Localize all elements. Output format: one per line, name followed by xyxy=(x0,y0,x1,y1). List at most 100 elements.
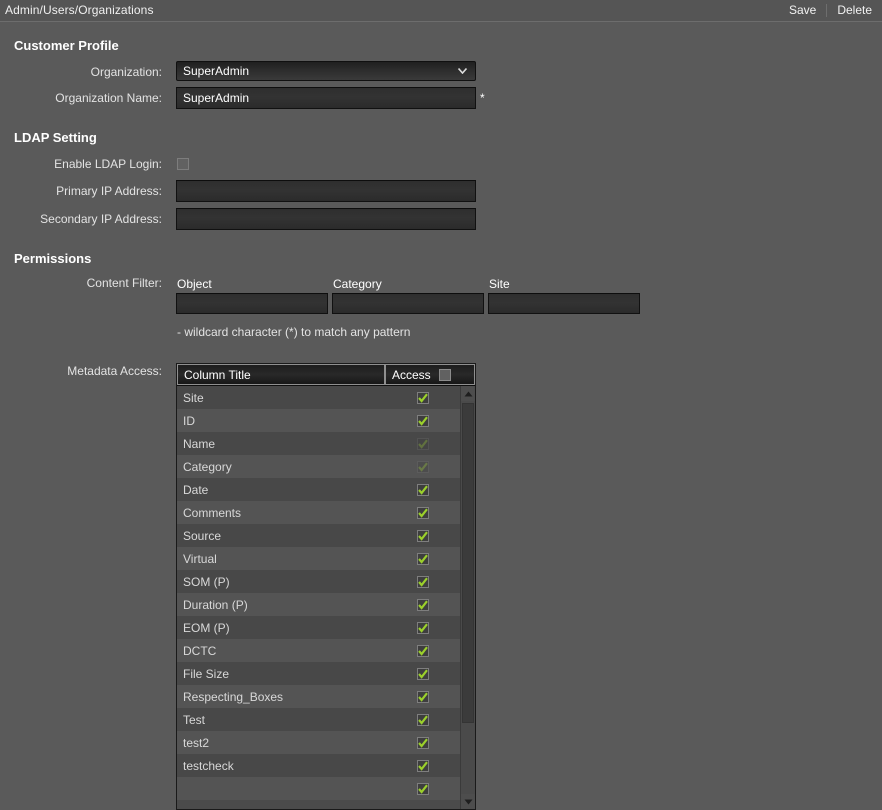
metadata-row-access-cell xyxy=(385,483,460,496)
access-checkbox[interactable] xyxy=(416,506,429,519)
metadata-row-access-cell xyxy=(385,460,460,473)
primary-ip-address-input[interactable] xyxy=(176,180,476,202)
check-icon xyxy=(417,623,428,633)
table-row[interactable]: SOM (P) xyxy=(177,570,460,593)
metadata-row-name: Site xyxy=(183,390,204,405)
secondary-ip-address-label: Secondary IP Address: xyxy=(40,212,162,226)
metadata-row-name: Category xyxy=(183,459,232,474)
check-icon xyxy=(417,715,428,725)
access-checkbox[interactable] xyxy=(416,414,429,427)
table-row[interactable]: File Size xyxy=(177,662,460,685)
content-filter-object-input[interactable] xyxy=(176,293,328,314)
table-row[interactable]: Date xyxy=(177,478,460,501)
table-row[interactable]: Source xyxy=(177,524,460,547)
access-checkbox[interactable] xyxy=(416,391,429,404)
metadata-access-label: Metadata Access: xyxy=(67,364,162,378)
metadata-row-access-cell xyxy=(385,713,460,726)
column-header-access[interactable]: Access xyxy=(385,364,475,385)
table-row[interactable]: test2 xyxy=(177,731,460,754)
access-checkbox[interactable] xyxy=(416,598,429,611)
required-asterisk: * xyxy=(480,91,485,105)
column-header-column-title[interactable]: Column Title xyxy=(177,364,385,385)
section-heading-permissions: Permissions xyxy=(14,251,92,266)
content-filter-site-input[interactable] xyxy=(488,293,640,314)
check-icon xyxy=(417,784,428,794)
table-row[interactable]: Name xyxy=(177,432,460,455)
table-row[interactable]: DCTC xyxy=(177,639,460,662)
table-row[interactable]: Duration (P) xyxy=(177,593,460,616)
access-checkbox[interactable] xyxy=(416,483,429,496)
organization-label: Organization: xyxy=(90,65,162,79)
content-filter-category-header: Category xyxy=(333,277,382,291)
enable-ldap-login-label: Enable LDAP Login: xyxy=(54,157,162,171)
check-icon xyxy=(417,485,428,495)
organization-name-input[interactable] xyxy=(176,87,476,109)
metadata-row-name: Test xyxy=(183,712,206,727)
triangle-up-icon xyxy=(464,391,472,396)
check-icon xyxy=(417,393,428,403)
metadata-row-name: ID xyxy=(183,413,195,428)
metadata-access-row-list: Site ID Name Category Date Comments Source Virt… xyxy=(177,386,460,809)
table-row[interactable]: EOM (P) xyxy=(177,616,460,639)
metadata-access-grid-header: Column Title Access xyxy=(177,364,475,386)
check-icon xyxy=(417,577,428,587)
enable-ldap-login-checkbox[interactable] xyxy=(177,158,189,170)
access-checkbox[interactable] xyxy=(416,529,429,542)
access-checkbox[interactable] xyxy=(416,667,429,680)
table-row[interactable] xyxy=(177,777,460,800)
content-filter-label: Content Filter: xyxy=(86,276,162,290)
check-icon xyxy=(417,669,428,679)
scroll-down-button[interactable] xyxy=(461,794,475,809)
metadata-row-access-cell xyxy=(385,575,460,588)
metadata-row-access-cell xyxy=(385,621,460,634)
metadata-row-access-cell xyxy=(385,667,460,680)
access-select-all-checkbox[interactable] xyxy=(438,368,451,381)
access-checkbox[interactable] xyxy=(416,736,429,749)
scroll-up-button[interactable] xyxy=(461,386,475,401)
access-checkbox xyxy=(416,460,429,473)
column-header-column-title-label: Column Title xyxy=(184,367,251,382)
access-checkbox[interactable] xyxy=(416,575,429,588)
section-heading-customer-profile: Customer Profile xyxy=(14,38,119,53)
metadata-row-access-cell xyxy=(385,552,460,565)
metadata-row-access-cell xyxy=(385,736,460,749)
metadata-access-grid: Column Title Access Site ID Name Category Da… xyxy=(176,363,476,810)
metadata-row-name: SOM (P) xyxy=(183,574,230,589)
table-row[interactable]: Site xyxy=(177,386,460,409)
access-checkbox[interactable] xyxy=(416,759,429,772)
table-row[interactable]: testcheck xyxy=(177,754,460,777)
organization-select[interactable]: SuperAdmin xyxy=(176,61,476,81)
table-row[interactable]: Respecting_Boxes xyxy=(177,685,460,708)
check-icon xyxy=(417,439,428,449)
metadata-row-access-cell xyxy=(385,759,460,772)
table-row[interactable]: Comments xyxy=(177,501,460,524)
delete-button[interactable]: Delete xyxy=(827,2,882,19)
metadata-row-access-cell xyxy=(385,506,460,519)
access-checkbox[interactable] xyxy=(416,644,429,657)
access-checkbox[interactable] xyxy=(416,690,429,703)
content-filter-object-header: Object xyxy=(177,277,212,291)
table-row[interactable]: Virtual xyxy=(177,547,460,570)
access-checkbox[interactable] xyxy=(416,621,429,634)
section-heading-ldap-setting: LDAP Setting xyxy=(14,130,97,145)
save-button[interactable]: Save xyxy=(779,2,826,19)
table-row[interactable]: ID xyxy=(177,409,460,432)
table-row[interactable]: Test xyxy=(177,708,460,731)
access-checkbox[interactable] xyxy=(416,713,429,726)
breadcrumb: Admin/Users/Organizations xyxy=(5,3,154,17)
triangle-down-icon xyxy=(464,799,472,804)
content-filter-category-input[interactable] xyxy=(332,293,484,314)
access-checkbox[interactable] xyxy=(416,782,429,795)
column-header-access-label: Access xyxy=(392,367,431,382)
table-row[interactable]: Category xyxy=(177,455,460,478)
primary-ip-address-label: Primary IP Address: xyxy=(56,184,162,198)
check-icon xyxy=(417,508,428,518)
secondary-ip-address-input[interactable] xyxy=(176,208,476,230)
access-checkbox[interactable] xyxy=(416,552,429,565)
check-icon xyxy=(417,738,428,748)
metadata-row-name: Source xyxy=(183,528,222,543)
check-icon xyxy=(417,416,428,426)
scrollbar-thumb[interactable] xyxy=(462,403,474,723)
metadata-access-scrollbar[interactable] xyxy=(460,386,475,809)
metadata-row-name: EOM (P) xyxy=(183,620,230,635)
